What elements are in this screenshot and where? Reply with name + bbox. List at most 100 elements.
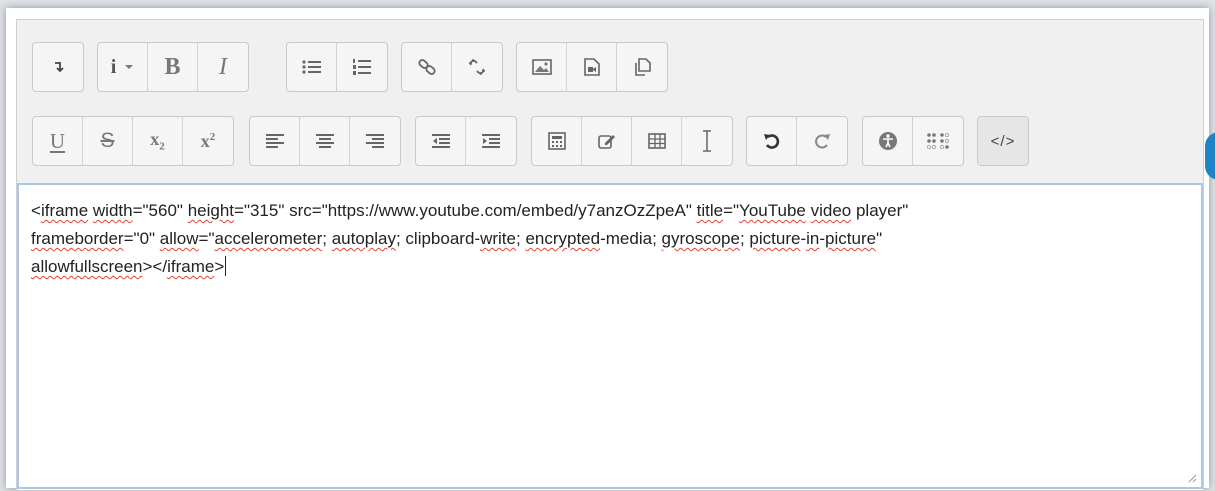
toolbar-group-accessibility	[862, 116, 964, 166]
html-source-text: <iframe width="560" height="315" src="ht…	[31, 197, 1181, 281]
bold-button[interactable]: B	[148, 43, 198, 91]
indent-button[interactable]	[466, 117, 516, 165]
superscript-letter: x	[200, 130, 210, 151]
italic-icon: I	[219, 53, 227, 80]
editor-toolbar: i B I U S x2 x2 </>	[17, 20, 1203, 184]
misspelled-token: YouTube	[739, 201, 806, 220]
html-source-textarea[interactable]: <iframe width="560" height="315" src="ht…	[17, 183, 1203, 489]
source-text-segment: <	[31, 201, 41, 220]
source-text-segment: ="	[198, 229, 215, 248]
edit-icon	[597, 135, 615, 149]
resize-grip-icon[interactable]	[1185, 471, 1197, 483]
image-icon	[531, 59, 552, 75]
chevron-down-icon	[125, 65, 134, 69]
misspelled-token: write	[480, 229, 516, 248]
toolbar-group-style: i B I	[97, 42, 249, 92]
side-panel-tab[interactable]	[1205, 132, 1215, 180]
italic-button[interactable]: I	[198, 43, 248, 91]
bold-icon: B	[164, 53, 181, 80]
misspelled-token: picture	[749, 229, 801, 248]
source-line: <iframe width="560" height="315" src="ht…	[31, 197, 1181, 225]
undo-icon	[763, 134, 779, 149]
misspelled-token: video	[810, 201, 852, 220]
source-text-segment: ;	[322, 229, 332, 248]
numbered-list-icon	[353, 59, 371, 75]
unlink-icon	[469, 59, 485, 75]
insert-link-button[interactable]	[402, 43, 452, 91]
accessibility-checker-button[interactable]	[863, 117, 913, 165]
strikethrough-button[interactable]: S	[83, 117, 133, 165]
special-character-button[interactable]	[582, 117, 632, 165]
subscript-letter: x	[150, 129, 160, 150]
insert-image-button[interactable]	[517, 43, 567, 91]
align-left-icon	[265, 134, 284, 148]
superscript-button[interactable]: x2	[183, 117, 233, 165]
source-text-segment: >	[214, 257, 225, 276]
align-center-icon	[315, 134, 334, 148]
misspelled-token: frameborder	[31, 229, 124, 248]
table-button[interactable]	[632, 117, 682, 165]
redo-button[interactable]	[797, 117, 847, 165]
superscript-digit: 2	[209, 130, 216, 143]
align-center-button[interactable]	[300, 117, 350, 165]
screenreader-helper-button[interactable]	[913, 117, 963, 165]
code-icon: </>	[990, 132, 1016, 150]
toolbar-group-insert	[531, 116, 733, 166]
info-dropdown-button[interactable]: i	[98, 43, 148, 91]
ordered-list-button[interactable]	[337, 43, 387, 91]
link-icon	[417, 59, 436, 75]
misspelled-token: iframe	[40, 201, 89, 220]
source-text-segment: ="0"	[123, 229, 160, 248]
text-caret	[225, 256, 227, 276]
table-icon	[647, 133, 666, 149]
source-line: allowfullscreen></iframe>	[31, 253, 1181, 281]
source-text-segment: ="315" src="https://www.youtube.com/embe…	[234, 201, 697, 220]
editor-frame: i B I U S x2 x2 </> <iframe width="560" …	[6, 8, 1209, 491]
misspelled-token: title	[696, 201, 724, 220]
misspelled-token: gyroscope	[661, 229, 740, 248]
source-text-segment: ="	[723, 201, 740, 220]
subscript-button[interactable]: x2	[133, 117, 183, 165]
indent-icon	[482, 134, 500, 148]
source-text-segment: ></	[142, 257, 168, 276]
manage-files-button[interactable]	[617, 43, 667, 91]
align-right-button[interactable]	[350, 117, 400, 165]
source-text-segment: ; clipboard-	[395, 229, 481, 248]
media-icon	[583, 58, 600, 76]
equation-button[interactable]	[532, 117, 582, 165]
toolbar-group-lists	[286, 42, 388, 92]
unordered-list-button[interactable]	[287, 43, 337, 91]
unlink-button[interactable]	[452, 43, 502, 91]
outdent-button[interactable]	[416, 117, 466, 165]
source-text-segment: -media;	[600, 229, 662, 248]
undo-button[interactable]	[747, 117, 797, 165]
outdent-icon	[431, 134, 450, 148]
clear-formatting-button[interactable]	[682, 117, 732, 165]
misspelled-token: autoplay	[331, 229, 396, 248]
toolbar-group-links	[401, 42, 503, 92]
collapse-toolbar-button[interactable]	[33, 43, 83, 91]
redo-icon	[815, 134, 830, 149]
strikethrough-icon: S	[100, 129, 115, 152]
accessibility-icon	[878, 132, 897, 150]
collapse-icon	[55, 62, 64, 73]
bulleted-list-icon	[301, 60, 321, 74]
toolbar-group-files	[516, 42, 668, 92]
underline-button[interactable]: U	[33, 117, 83, 165]
misspelled-token: allow	[159, 229, 199, 248]
toolbar-group-collapse	[32, 42, 84, 92]
source-text-segment: "	[876, 229, 883, 248]
align-left-button[interactable]	[250, 117, 300, 165]
subscript-digit: 2	[159, 140, 165, 153]
misspelled-token: height	[187, 201, 235, 220]
toolbar-group-history	[746, 116, 848, 166]
underline-icon: U	[49, 128, 66, 153]
misspelled-token: encrypted	[525, 229, 601, 248]
toolbar-group-text-format: U S x2 x2	[32, 116, 234, 166]
toolbar-group-indent	[415, 116, 517, 166]
superscript-icon: x2	[201, 131, 216, 152]
misspelled-token: iframe	[167, 257, 215, 276]
insert-media-button[interactable]	[567, 43, 617, 91]
misspelled-token: width	[92, 201, 133, 220]
html-source-button[interactable]: </>	[978, 117, 1028, 165]
